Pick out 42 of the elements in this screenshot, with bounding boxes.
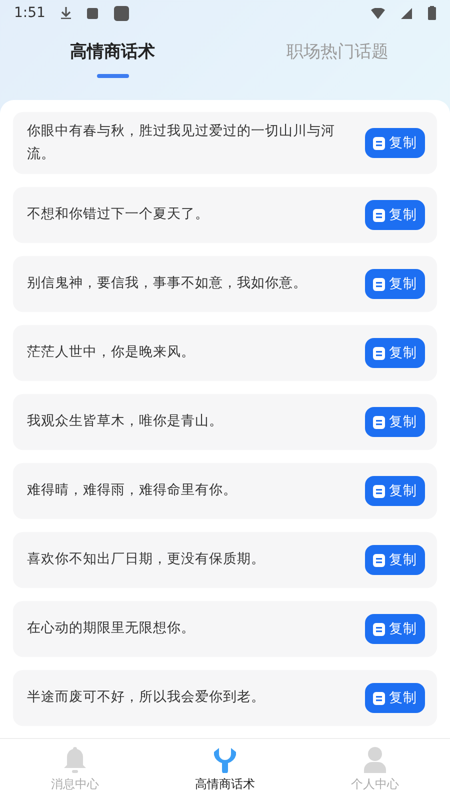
- copy-icon: [373, 346, 387, 360]
- signal-icon: [401, 8, 412, 18]
- copy-button[interactable]: 复制: [365, 268, 425, 299]
- phrase-text: 半途而废可不好，所以我会爱你到老。: [27, 688, 266, 708]
- copy-icon: [373, 552, 387, 567]
- copy-icon: [373, 276, 387, 291]
- phrase-text: 在心动的期限里无限想你。: [27, 619, 196, 638]
- copy-button[interactable]: 复制: [365, 476, 425, 506]
- phrase-text: 茫茫人世中，你是晚来风。: [27, 343, 196, 362]
- copy-button[interactable]: 复制: [365, 614, 425, 644]
- nav-tab[interactable]: 高情商话术: [150, 739, 300, 800]
- wifi-icon: [371, 8, 385, 18]
- bell-icon: [64, 747, 86, 773]
- phrase-text: 我观众生皆草木，唯你是青山。: [27, 412, 224, 432]
- copy-icon: [373, 690, 387, 705]
- tab[interactable]: 职场热门话题: [238, 26, 438, 100]
- phrase-text: 别信鬼神，要信我，事事不如意，我如你意。: [27, 274, 308, 294]
- app-icon: [114, 6, 130, 20]
- status-time: 1:51: [14, 4, 46, 22]
- person-icon: [364, 747, 386, 773]
- app-icon: [87, 8, 98, 18]
- copy-icon: [373, 484, 387, 498]
- copy-icon: [373, 622, 387, 636]
- nav-tab[interactable]: 消息中心: [0, 739, 150, 800]
- tab[interactable]: 高情商话术: [12, 26, 212, 100]
- copy-icon: [373, 136, 387, 150]
- copy-icon: [373, 414, 387, 429]
- download-icon: [61, 7, 72, 19]
- copy-button[interactable]: 复制: [365, 406, 425, 437]
- nav-tab[interactable]: 个人中心: [300, 739, 450, 800]
- copy-button[interactable]: 复制: [365, 338, 425, 368]
- copy-button[interactable]: 复制: [365, 682, 425, 713]
- copy-button[interactable]: 复制: [365, 128, 425, 158]
- copy-button[interactable]: 复制: [365, 544, 425, 575]
- phrase-text: 你眼中有春与秋，胜过我见过爱过的一切山川与河流。: [27, 122, 336, 164]
- copy-icon: [373, 208, 387, 222]
- battery-icon: [428, 6, 436, 20]
- phrase-text: 不想和你错过下一个夏天了。: [27, 205, 210, 224]
- phrase-text: 喜欢你不知出厂日期，更没有保质期。: [27, 550, 266, 570]
- phrase-text: 难得晴，难得雨，难得命里有你。: [27, 481, 238, 500]
- wrench-icon: [214, 747, 236, 773]
- copy-button[interactable]: 复制: [365, 200, 425, 230]
